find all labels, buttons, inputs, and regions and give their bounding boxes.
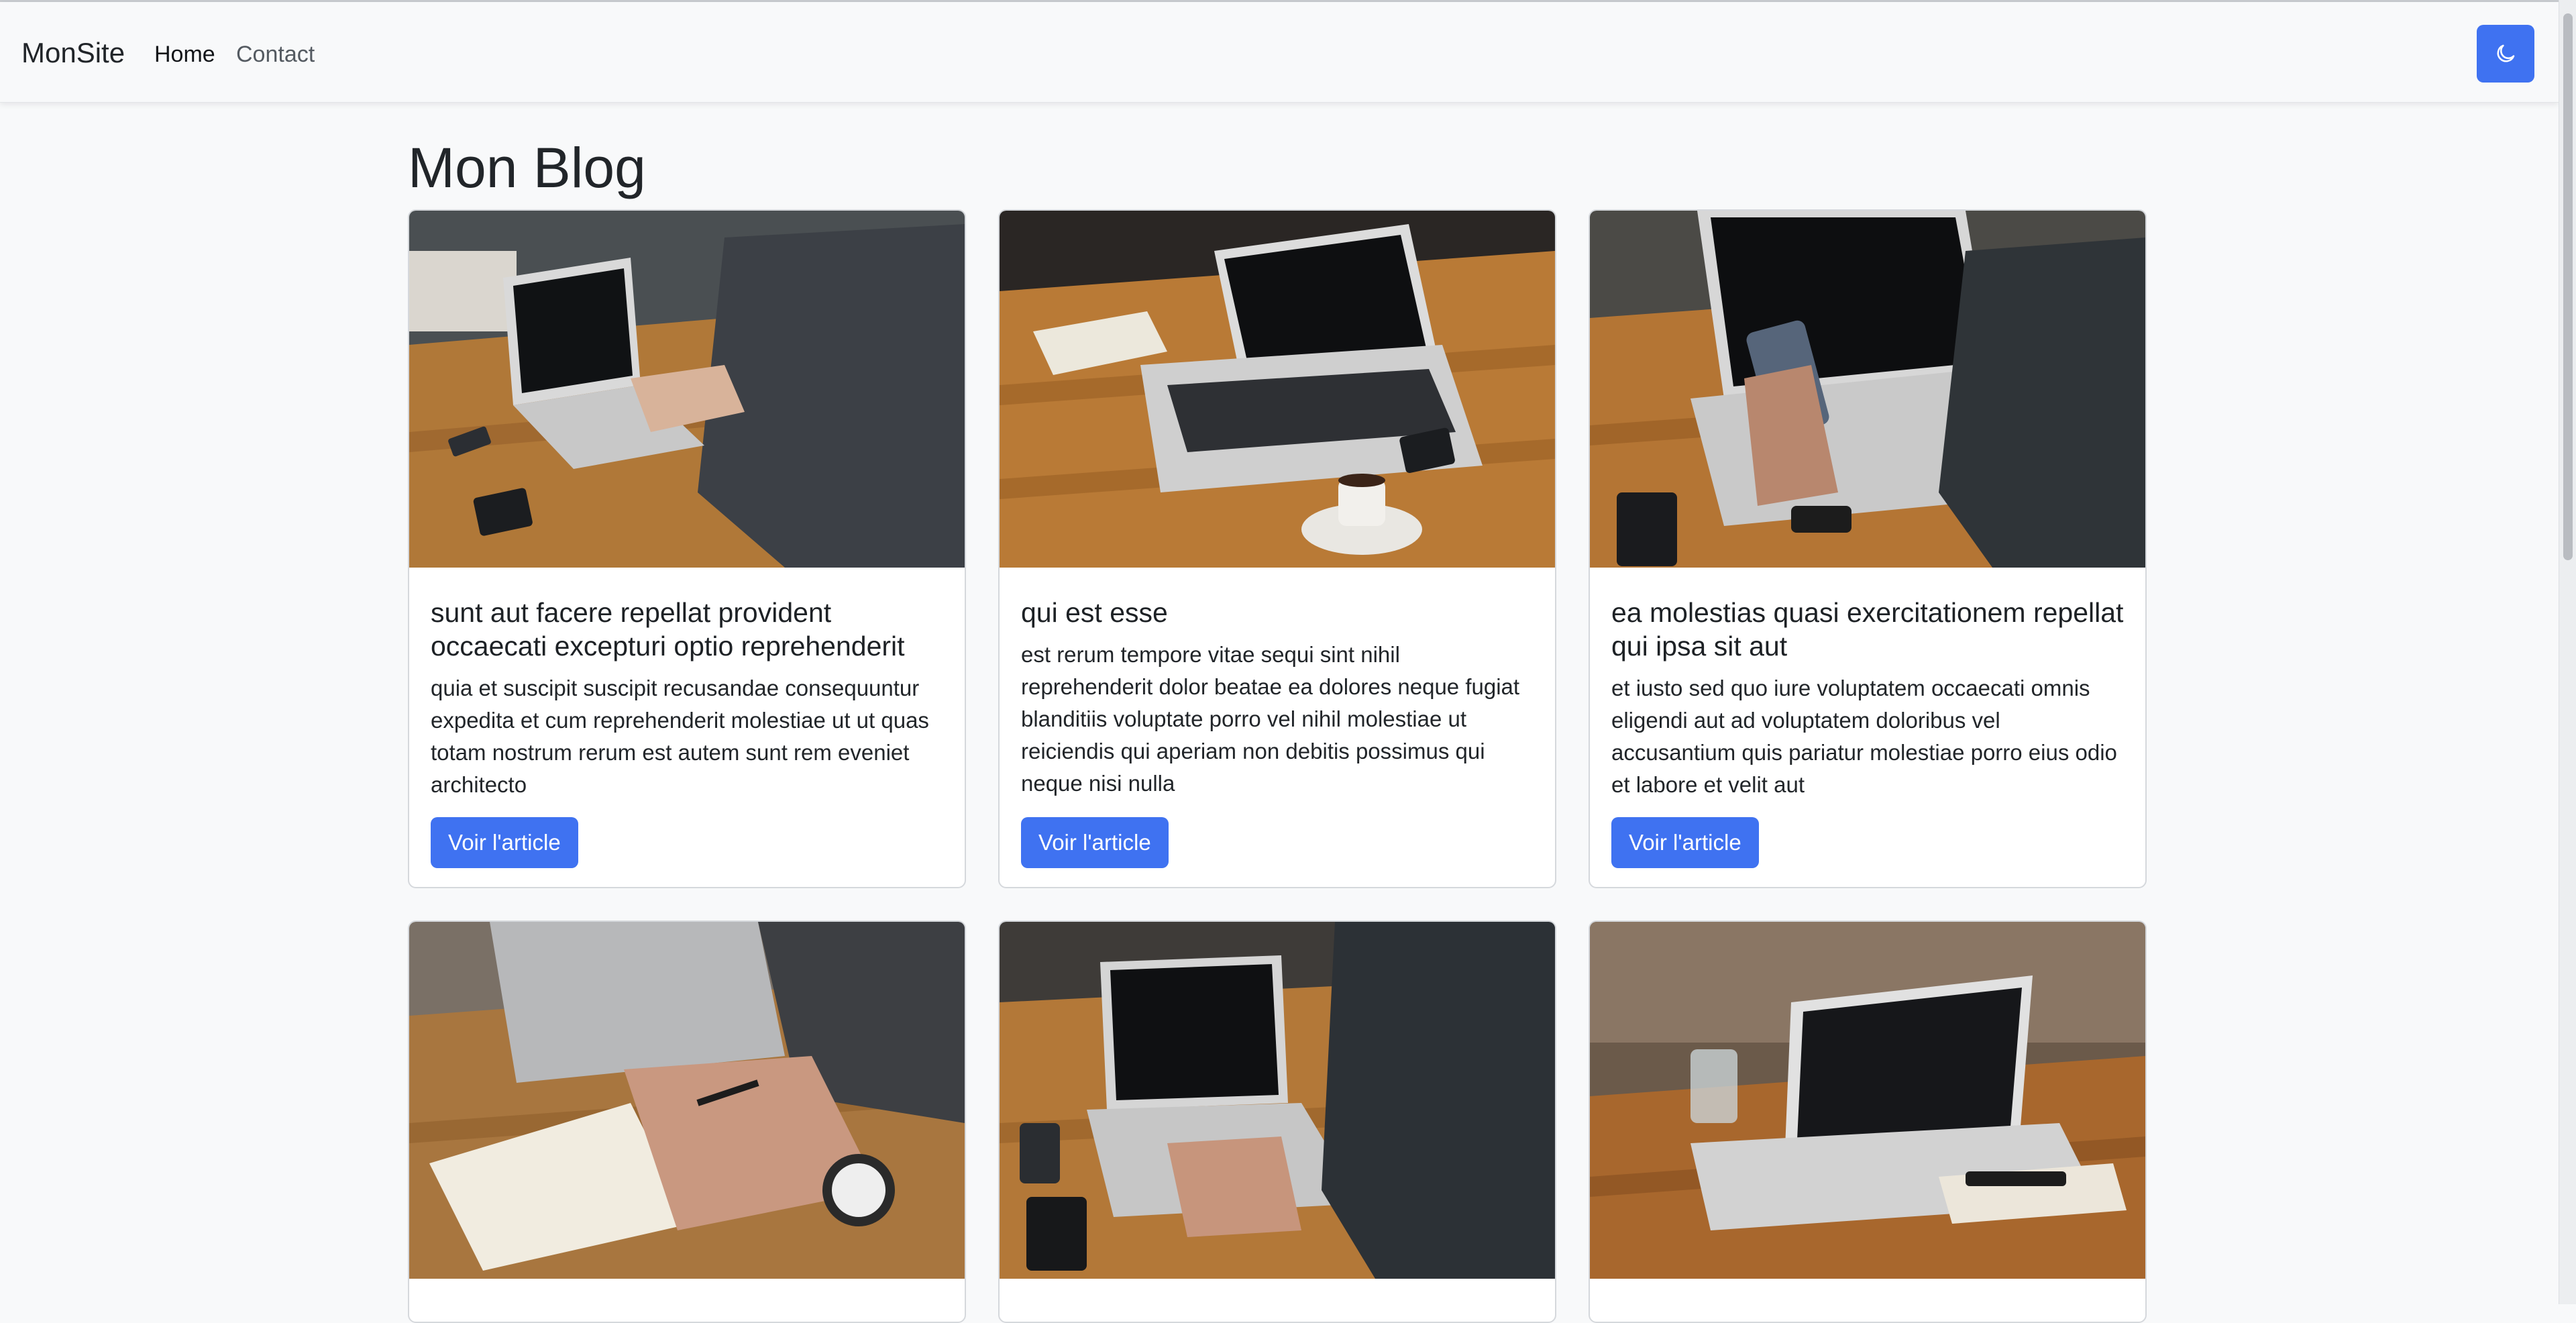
post-excerpt: est rerum tempore vitae sequi sint nihil… [1021,642,1520,796]
post-card [1589,920,2147,1323]
post-image [1590,922,2145,1279]
post-body: qui est esse est rerum tempore vitae seq… [1021,596,1535,800]
read-article-button[interactable]: Voir l'article [431,817,578,868]
post-excerpt: et iusto sed quo iure voluptatem occaeca… [1611,676,2117,797]
post-image [409,211,965,568]
scrollbar-thumb[interactable] [2563,13,2573,560]
page-title: Mon Blog [408,136,646,199]
post-card [998,920,1556,1323]
post-title[interactable]: sunt aut facere repellat provident occae… [431,596,945,663]
post-card [408,920,966,1323]
page-scrollbar[interactable] [2559,0,2576,1304]
moon-icon [2497,44,2515,62]
brand-logo[interactable]: MonSite [21,36,125,70]
post-card: sunt aut facere repellat provident occae… [408,209,966,888]
nav-link-home[interactable]: Home [154,40,215,69]
theme-toggle-button[interactable] [2477,25,2534,83]
post-body: ea molestias quasi exercitationem repell… [1611,596,2125,801]
post-card: qui est esse est rerum tempore vitae seq… [998,209,1556,888]
post-title[interactable]: ea molestias quasi exercitationem repell… [1611,596,2125,663]
post-body: sunt aut facere repellat provident occae… [431,596,945,801]
post-image [1590,211,2145,568]
post-image [1000,211,1555,568]
nav-link-contact[interactable]: Contact [236,40,315,69]
read-article-button[interactable]: Voir l'article [1611,817,1759,868]
post-image [1000,922,1555,1279]
post-card: ea molestias quasi exercitationem repell… [1589,209,2147,888]
post-image [409,922,965,1279]
post-excerpt: quia et suscipit suscipit recusandae con… [431,676,929,797]
post-title[interactable]: qui est esse [1021,596,1535,629]
navbar: MonSite Home Contact [0,2,2559,103]
read-article-button[interactable]: Voir l'article [1021,817,1169,868]
